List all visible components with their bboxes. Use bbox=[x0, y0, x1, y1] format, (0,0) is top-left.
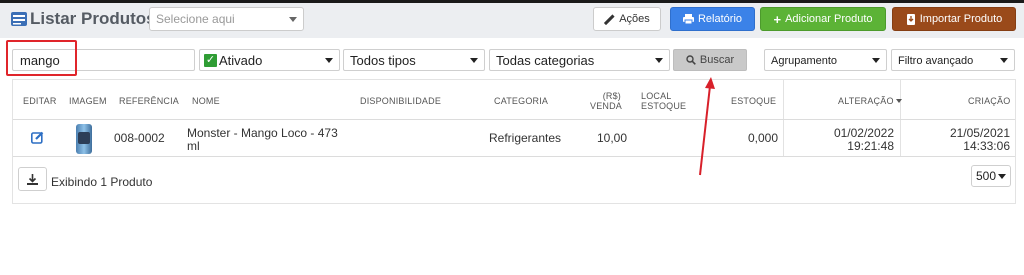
page-title-text: Listar Produtos bbox=[30, 9, 156, 28]
chevron-down-icon bbox=[998, 174, 1006, 179]
cell-criacao-time: 14:33:06 bbox=[963, 139, 1010, 153]
column-header-venda-line2: VENDA bbox=[590, 101, 623, 111]
relatorio-label: Relatório bbox=[697, 13, 743, 25]
page-size-value: 500 bbox=[976, 169, 997, 183]
adicionar-produto-button[interactable]: + Adicionar Produto bbox=[760, 7, 886, 31]
cell-referencia: 008-0002 bbox=[114, 131, 165, 145]
column-header-disponibilidade: DISPONIBILIDADE bbox=[360, 96, 442, 106]
status-value: Ativado bbox=[219, 52, 263, 68]
cell-estoque: 0,000 bbox=[748, 131, 779, 145]
import-icon bbox=[906, 13, 915, 25]
search-highlight-box bbox=[6, 40, 77, 76]
results-count: Exibindo 1 Produto bbox=[51, 175, 153, 189]
cell-categoria: Refrigerantes bbox=[489, 131, 562, 145]
acoes-button[interactable]: Ações bbox=[593, 7, 661, 31]
agrupamento-value: Agrupamento bbox=[771, 55, 838, 67]
categorias-value: Todas categorias bbox=[496, 53, 595, 68]
column-header-venda-line1: (R$) bbox=[602, 91, 621, 101]
filtro-avancado-select[interactable]: Filtro avançado bbox=[891, 49, 1015, 71]
column-header-criacao: CRIAÇÃO bbox=[968, 96, 1011, 106]
acoes-label: Ações bbox=[619, 13, 650, 25]
edit-icon[interactable] bbox=[31, 131, 44, 144]
categorias-select[interactable]: Todas categorias bbox=[489, 49, 670, 71]
header-divider bbox=[13, 119, 1015, 120]
column-header-local-estoque: LOCAL ESTOQUE bbox=[641, 91, 686, 111]
search-icon bbox=[686, 55, 696, 65]
download-button[interactable] bbox=[18, 167, 47, 191]
column-separator bbox=[783, 80, 784, 156]
buscar-label: Buscar bbox=[699, 54, 735, 66]
wrench-icon bbox=[604, 13, 615, 25]
filtro-value: Filtro avançado bbox=[898, 55, 974, 67]
cell-alteracao: 01/02/2022 19:21:48 bbox=[818, 127, 894, 153]
column-header-alteracao[interactable]: ALTERAÇÃO bbox=[838, 96, 902, 106]
tipos-select[interactable]: Todos tipos bbox=[343, 49, 485, 71]
column-header-nome: NOME bbox=[192, 96, 220, 106]
importar-label: Importar Produto bbox=[919, 13, 1003, 25]
chevron-down-icon bbox=[655, 58, 663, 63]
agrupamento-select[interactable]: Agrupamento bbox=[764, 49, 887, 71]
column-header-referencia: REFERÊNCIA bbox=[119, 96, 180, 106]
chevron-down-icon bbox=[289, 17, 297, 22]
chevron-down-icon bbox=[470, 58, 478, 63]
selector-dropdown[interactable]: Selecione aqui bbox=[149, 7, 304, 31]
cell-nome[interactable]: Monster - Mango Loco - 473 ml bbox=[187, 127, 338, 153]
tipos-value: Todos tipos bbox=[350, 53, 416, 68]
column-header-categoria: CATEGORIA bbox=[494, 96, 549, 106]
checkmark-icon: ✓ bbox=[204, 53, 217, 67]
product-image[interactable] bbox=[76, 124, 92, 154]
column-header-local-line1: LOCAL bbox=[641, 91, 672, 101]
status-select[interactable]: ✓ Ativado bbox=[199, 49, 340, 71]
selector-placeholder: Selecione aqui bbox=[156, 12, 235, 26]
download-icon bbox=[27, 173, 38, 185]
page-size-select[interactable]: 500 bbox=[971, 165, 1011, 187]
cell-venda: 10,00 bbox=[597, 131, 628, 145]
cell-nome-line1: Monster - Mango Loco - 473 bbox=[187, 126, 338, 140]
column-header-local-line2: ESTOQUE bbox=[641, 101, 687, 111]
column-header-imagem: IMAGEM bbox=[69, 96, 107, 106]
list-icon bbox=[11, 12, 27, 26]
buscar-button[interactable]: Buscar bbox=[673, 49, 747, 71]
column-separator bbox=[900, 80, 901, 156]
relatorio-button[interactable]: Relatório bbox=[670, 7, 755, 31]
adicionar-label: Adicionar Produto bbox=[785, 13, 873, 25]
cell-criacao: 21/05/2021 14:33:06 bbox=[934, 127, 1010, 153]
column-header-venda: (R$) VENDA bbox=[590, 91, 623, 111]
chevron-down-icon bbox=[1000, 58, 1008, 63]
print-icon bbox=[682, 14, 694, 24]
cell-nome-line2: ml bbox=[187, 139, 200, 153]
column-header-alteracao-label: ALTERAÇÃO bbox=[838, 96, 894, 106]
importar-produto-button[interactable]: Importar Produto bbox=[892, 7, 1016, 31]
column-header-editar: EDITAR bbox=[23, 96, 57, 106]
row-divider bbox=[13, 156, 1015, 157]
sort-desc-icon bbox=[895, 99, 902, 103]
chevron-down-icon bbox=[325, 58, 333, 63]
page-title: Listar Produtos bbox=[11, 9, 156, 29]
cell-alteracao-time: 19:21:48 bbox=[847, 139, 894, 153]
plus-icon: + bbox=[773, 11, 782, 27]
chevron-down-icon bbox=[872, 58, 880, 63]
column-header-estoque: ESTOQUE bbox=[731, 96, 777, 106]
